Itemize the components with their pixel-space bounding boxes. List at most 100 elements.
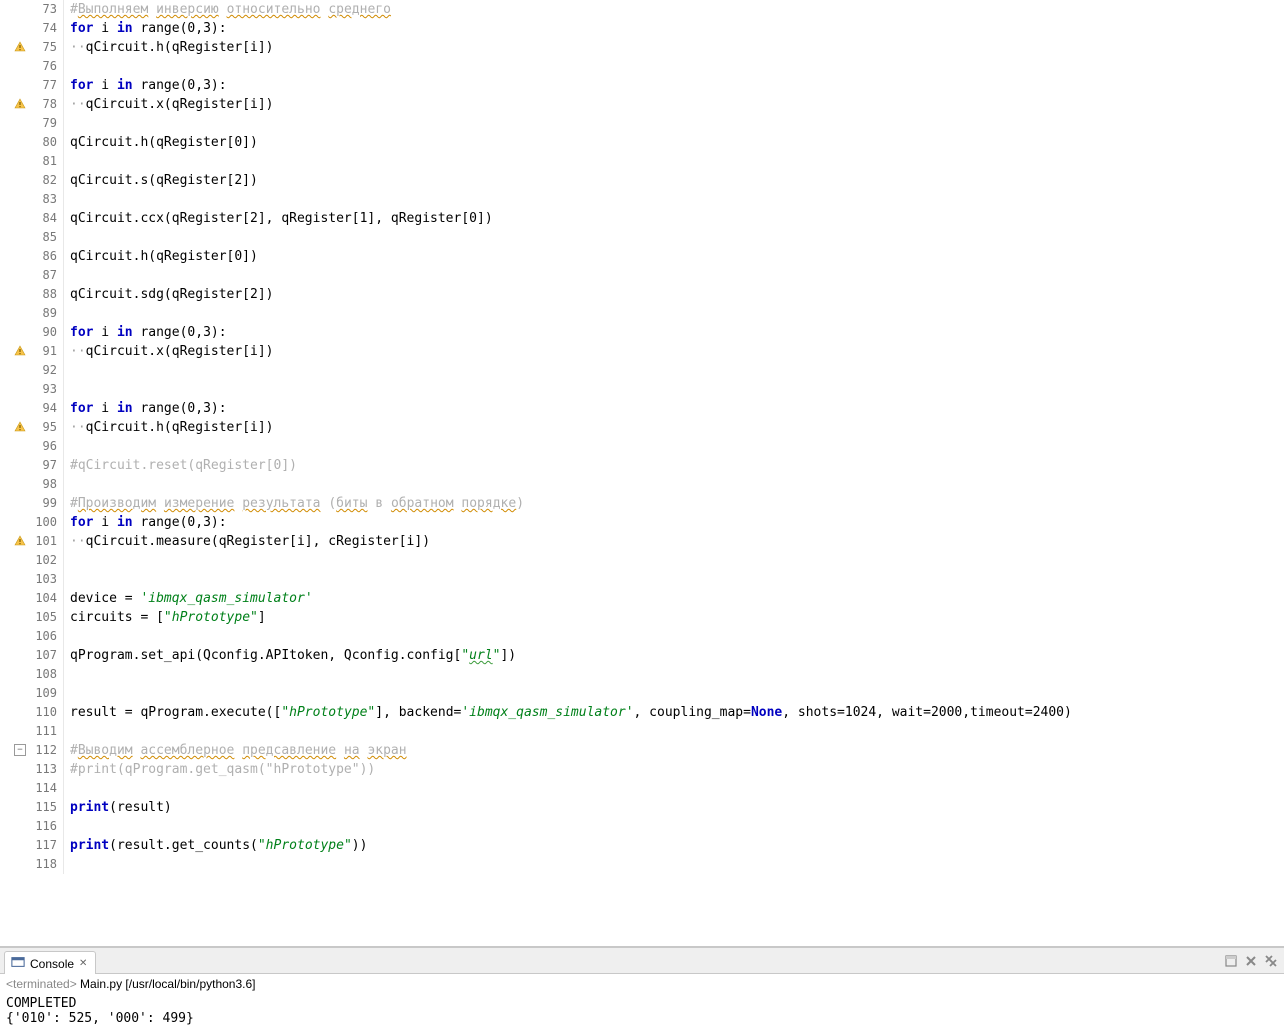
code-content[interactable]: result = qProgram.execute(["hPrototype"]…	[64, 703, 1072, 722]
code-line[interactable]: 95··qCircuit.h(qRegister[i])	[0, 418, 1284, 437]
code-line[interactable]: 91··qCircuit.x(qRegister[i])	[0, 342, 1284, 361]
line-number: 84	[0, 209, 64, 228]
line-number: 92	[0, 361, 64, 380]
line-number: 100	[0, 513, 64, 532]
code-content[interactable]: print(result)	[64, 798, 172, 817]
code-line[interactable]: 102	[0, 551, 1284, 570]
code-content[interactable]: for i in range(0,3):	[64, 76, 227, 95]
code-content[interactable]: for i in range(0,3):	[64, 323, 227, 342]
line-number: 77	[0, 76, 64, 95]
code-line[interactable]: 77for i in range(0,3):	[0, 76, 1284, 95]
code-line[interactable]: 99#Производим измерение результата (биты…	[0, 494, 1284, 513]
code-content[interactable]: qCircuit.ccx(qRegister[2], qRegister[1],…	[64, 209, 493, 228]
console-tab[interactable]: Console ✕	[4, 951, 96, 974]
pin-console-button[interactable]	[1222, 952, 1240, 970]
code-content[interactable]: ··qCircuit.h(qRegister[i])	[64, 418, 274, 437]
code-content[interactable]: qCircuit.sdg(qRegister[2])	[64, 285, 274, 304]
code-content[interactable]: ··qCircuit.measure(qRegister[i], cRegist…	[64, 532, 430, 551]
code-line[interactable]: 96	[0, 437, 1284, 456]
code-line[interactable]: 78··qCircuit.x(qRegister[i])	[0, 95, 1284, 114]
code-content[interactable]: for i in range(0,3):	[64, 19, 227, 38]
console-icon	[11, 955, 25, 972]
line-number: 86	[0, 247, 64, 266]
code-line[interactable]: 106	[0, 627, 1284, 646]
line-number: 83	[0, 190, 64, 209]
code-line[interactable]: 82qCircuit.s(qRegister[2])	[0, 171, 1284, 190]
console-process-header: <terminated> Main.py [/usr/local/bin/pyt…	[0, 974, 1284, 994]
code-line[interactable]: 80qCircuit.h(qRegister[0])	[0, 133, 1284, 152]
code-line[interactable]: 75··qCircuit.h(qRegister[i])	[0, 38, 1284, 57]
code-line[interactable]: 73#Выполняем инверсию относительно средн…	[0, 0, 1284, 19]
code-content[interactable]: qCircuit.s(qRegister[2])	[64, 171, 258, 190]
code-line[interactable]: 105circuits = ["hPrototype"]	[0, 608, 1284, 627]
console-toolbar	[1222, 952, 1280, 970]
code-content[interactable]: #Выводим ассемблерное предсавление на эк…	[64, 741, 407, 760]
line-number: 107	[0, 646, 64, 665]
code-content[interactable]: #qCircuit.reset(qRegister[0])	[64, 456, 297, 475]
code-content[interactable]: ··qCircuit.x(qRegister[i])	[64, 342, 274, 361]
console-panel: Console ✕ <terminated> Main.py [/usr/loc…	[0, 947, 1284, 1032]
code-line[interactable]: 104device = 'ibmqx_qasm_simulator'	[0, 589, 1284, 608]
code-line[interactable]: 118	[0, 855, 1284, 874]
close-all-consoles-button[interactable]	[1262, 952, 1280, 970]
code-line[interactable]: 84qCircuit.ccx(qRegister[2], qRegister[1…	[0, 209, 1284, 228]
code-line[interactable]: 117print(result.get_counts("hPrototype")…	[0, 836, 1284, 855]
code-content[interactable]: #Выполняем инверсию относительно среднег…	[64, 0, 391, 19]
code-content[interactable]: ··qCircuit.h(qRegister[i])	[64, 38, 274, 57]
code-line[interactable]: 79	[0, 114, 1284, 133]
code-editor[interactable]: 73#Выполняем инверсию относительно средн…	[0, 0, 1284, 947]
console-output[interactable]: COMPLETED {'010': 525, '000': 499}	[0, 994, 1284, 1032]
close-console-button[interactable]	[1242, 952, 1260, 970]
code-line[interactable]: 97#qCircuit.reset(qRegister[0])	[0, 456, 1284, 475]
code-line[interactable]: 101··qCircuit.measure(qRegister[i], cReg…	[0, 532, 1284, 551]
code-line[interactable]: 74for i in range(0,3):	[0, 19, 1284, 38]
code-line[interactable]: 114	[0, 779, 1284, 798]
code-line[interactable]: 88qCircuit.sdg(qRegister[2])	[0, 285, 1284, 304]
code-line[interactable]: 107qProgram.set_api(Qconfig.APItoken, Qc…	[0, 646, 1284, 665]
warning-icon	[14, 98, 26, 110]
code-content[interactable]: ··qCircuit.x(qRegister[i])	[64, 95, 274, 114]
code-content[interactable]: print(result.get_counts("hPrototype"))	[64, 836, 367, 855]
code-line[interactable]: 103	[0, 570, 1284, 589]
console-tab-close[interactable]: ✕	[79, 958, 87, 969]
code-line[interactable]: 108	[0, 665, 1284, 684]
code-line[interactable]: 111	[0, 722, 1284, 741]
code-line[interactable]: 76	[0, 57, 1284, 76]
code-line[interactable]: 87	[0, 266, 1284, 285]
line-number: 74	[0, 19, 64, 38]
code-line[interactable]: 113#print(qProgram.get_qasm("hPrototype"…	[0, 760, 1284, 779]
line-number: 79	[0, 114, 64, 133]
code-line[interactable]: 110result = qProgram.execute(["hPrototyp…	[0, 703, 1284, 722]
line-number: 102	[0, 551, 64, 570]
code-line[interactable]: 83	[0, 190, 1284, 209]
code-line[interactable]: 85	[0, 228, 1284, 247]
code-content[interactable]: qCircuit.h(qRegister[0])	[64, 133, 258, 152]
code-content[interactable]: circuits = ["hPrototype"]	[64, 608, 266, 627]
code-line[interactable]: 86qCircuit.h(qRegister[0])	[0, 247, 1284, 266]
code-content[interactable]: for i in range(0,3):	[64, 513, 227, 532]
code-line[interactable]: 93	[0, 380, 1284, 399]
code-line[interactable]: 115print(result)	[0, 798, 1284, 817]
line-number: 103	[0, 570, 64, 589]
code-line[interactable]: 89	[0, 304, 1284, 323]
line-number: 105	[0, 608, 64, 627]
code-content[interactable]: #Производим измерение результата (биты в…	[64, 494, 524, 513]
line-number: 82	[0, 171, 64, 190]
code-line[interactable]: 116	[0, 817, 1284, 836]
code-line[interactable]: 81	[0, 152, 1284, 171]
code-line[interactable]: 94for i in range(0,3):	[0, 399, 1284, 418]
code-content[interactable]: qProgram.set_api(Qconfig.APItoken, Qconf…	[64, 646, 516, 665]
line-number: 114	[0, 779, 64, 798]
code-line[interactable]: 100for i in range(0,3):	[0, 513, 1284, 532]
code-line[interactable]: 109	[0, 684, 1284, 703]
code-line[interactable]: 98	[0, 475, 1284, 494]
code-content[interactable]: qCircuit.h(qRegister[0])	[64, 247, 258, 266]
fold-toggle[interactable]: −	[14, 744, 26, 756]
code-content[interactable]: device = 'ibmqx_qasm_simulator'	[64, 589, 313, 608]
code-line[interactable]: 92	[0, 361, 1284, 380]
code-line[interactable]: 90for i in range(0,3):	[0, 323, 1284, 342]
code-content[interactable]: #print(qProgram.get_qasm("hPrototype"))	[64, 760, 375, 779]
line-number: 76	[0, 57, 64, 76]
code-line[interactable]: 112−#Выводим ассемблерное предсавление н…	[0, 741, 1284, 760]
code-content[interactable]: for i in range(0,3):	[64, 399, 227, 418]
